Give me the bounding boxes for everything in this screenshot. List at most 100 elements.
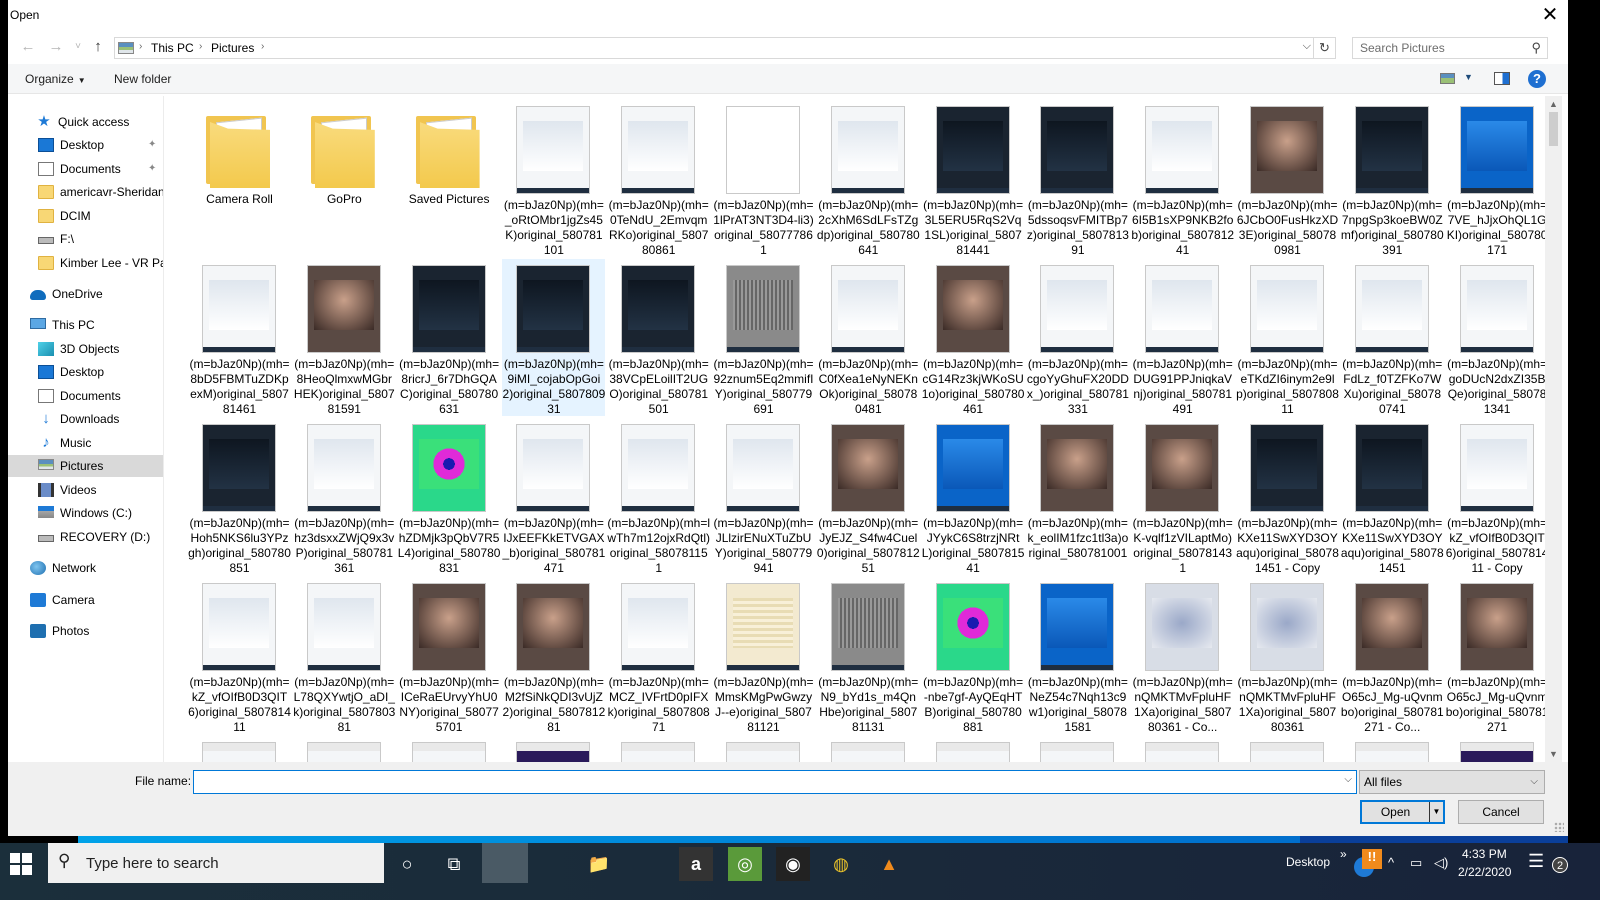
file-item[interactable]: (m=bJaz0Np)(mh=8ricrJ_6r7DhGQAC)original… (398, 259, 501, 416)
file-item[interactable]: (m=bJaz0Np)(mh=O65cJ_Mg-uQvnmbo)original… (1341, 577, 1444, 734)
sidebar-item[interactable]: ↓ Downloads (8, 408, 163, 430)
open-button[interactable]: Open ▼ (1360, 800, 1445, 824)
sidebar-item[interactable]: 3D Objects (8, 338, 163, 360)
file-item[interactable]: (m=bJaz0Np)(mh=KXe11SwXYD3OYaqu)original… (1341, 418, 1444, 575)
file-item[interactable] (1446, 736, 1545, 762)
pin-icon[interactable]: ✦ (148, 134, 156, 156)
file-item[interactable] (398, 736, 501, 762)
scroll-down-icon[interactable]: ▼ (1545, 746, 1562, 762)
file-item[interactable]: (m=bJaz0Np)(mh=kZ_vfOIfB0D3QIT6)original… (1446, 418, 1545, 575)
forward-icon[interactable]: → (46, 37, 66, 57)
file-item[interactable]: (m=bJaz0Np)(mh=-nbe7gf-AyQEqHTB)original… (922, 577, 1025, 734)
taskbar-search-input[interactable] (86, 852, 366, 874)
file-item[interactable] (922, 736, 1025, 762)
file-item[interactable] (502, 736, 605, 762)
file-item[interactable] (1341, 736, 1444, 762)
scrollbar-thumb[interactable] (1549, 112, 1558, 146)
file-item[interactable]: (m=bJaz0Np)(mh=kZ_vfOIfB0D3QIT6)original… (188, 577, 291, 734)
file-item[interactable]: (m=bJaz0Np)(mh=3L5ERU5RqS2Vq1SL)original… (922, 100, 1025, 257)
sidebar-item[interactable]: Camera (8, 589, 163, 611)
search-input[interactable] (1353, 38, 1513, 58)
file-name-dropdown-icon[interactable]: ⌵ (1344, 774, 1352, 785)
sidebar-item[interactable]: ♪ Music (8, 432, 163, 454)
file-item[interactable]: (m=bJaz0Np)(mh=IJxEEFKkETVGAX_b)original… (502, 418, 605, 575)
battery-icon[interactable]: ▭ (1410, 855, 1422, 871)
task-view-icon[interactable]: ⧉ (437, 847, 471, 881)
file-item[interactable]: (m=bJaz0Np)(mh=92znum5Eq2mmifIY)original… (712, 259, 815, 416)
file-item[interactable]: (m=bJaz0Np)(mh=C0fXea1eNyNEKnOk)original… (817, 259, 920, 416)
file-item[interactable]: (m=bJaz0Np)(mh=hz3dsxxZWjQ9x3vP)original… (293, 418, 396, 575)
file-item[interactable] (712, 736, 815, 762)
pin-icon[interactable]: ✦ (148, 158, 156, 180)
file-item[interactable]: (m=bJaz0Np)(mh=6I5B1sXP9NKB2fob)original… (1131, 100, 1234, 257)
refresh-icon[interactable]: ↻ (1313, 38, 1335, 58)
search-icon[interactable]: ⚲ (1531, 40, 1541, 56)
desktop-toolbar-label[interactable]: Desktop (1286, 855, 1330, 869)
file-item[interactable] (293, 736, 396, 762)
file-item[interactable] (1131, 736, 1234, 762)
sidebar-item[interactable]: Network (8, 557, 163, 579)
file-item[interactable]: (m=bJaz0Np)(mh=38VCpELoilIT2UGO)original… (607, 259, 710, 416)
sidebar-item[interactable]: DCIM (8, 205, 163, 227)
preview-pane-icon[interactable] (1494, 72, 1510, 85)
file-item[interactable] (817, 736, 920, 762)
file-item[interactable]: (m=bJaz0Np)(mh=k_eolIM1fzc1tl3a)original… (1026, 418, 1129, 575)
file-item[interactable]: (m=bJaz0Np)(mh=cgoYyGhuFX20DDx_)original… (1026, 259, 1129, 416)
resize-grip[interactable] (1554, 822, 1564, 832)
file-item[interactable]: (m=bJaz0Np)(mh=ICeRaEUrvyYhU0NY)original… (398, 577, 501, 734)
file-item[interactable]: (m=bJaz0Np)(mh=NeZ54c7Nqh13c9w1)original… (1026, 577, 1129, 734)
file-item[interactable] (607, 736, 710, 762)
file-item[interactable]: (m=bJaz0Np)(mh=FdLz_f0TZFKo7WXu)original… (1341, 259, 1444, 416)
new-folder-button[interactable]: New folder (114, 72, 171, 86)
file-name-input[interactable] (194, 771, 1334, 793)
sidebar-item[interactable]: americavr-Sheridan (8, 181, 163, 203)
sidebar-item[interactable]: Videos (8, 479, 163, 501)
volume-icon[interactable]: ◁) (1434, 855, 1448, 871)
sidebar-item[interactable]: Desktop (8, 361, 163, 383)
sidebar-item[interactable]: Pictures (8, 455, 163, 477)
sidebar-item[interactable]: Windows (C:) (8, 502, 163, 524)
breadcrumb-this-pc[interactable]: This PC (151, 41, 194, 55)
file-item[interactable]: (m=bJaz0Np)(mh=Hoh5NKS6lu3YPzgh)original… (188, 418, 291, 575)
file-item[interactable]: (m=bJaz0Np)(mh=8HeoQlmxwMGbrHEK)original… (293, 259, 396, 416)
open-options-dropdown-icon[interactable]: ▼ (1429, 802, 1443, 822)
folder-item[interactable]: Saved Pictures (398, 100, 501, 257)
recent-locations-icon[interactable]: ˅ (68, 37, 88, 57)
sidebar-item[interactable]: Documents (8, 385, 163, 407)
file-item[interactable]: (m=bJaz0Np)(mh=6JCbO0FusHkzXD3E)original… (1236, 100, 1339, 257)
show-hidden-icons-icon[interactable]: ^ (1388, 855, 1394, 870)
sidebar-item[interactable]: OneDrive (8, 283, 163, 305)
sidebar-item[interactable]: ★ Quick access (8, 111, 163, 133)
file-item[interactable]: (m=bJaz0Np)(mh=9iMI_cojabOpGoi2)original… (502, 259, 606, 416)
alert-app-icon[interactable]: !! (1362, 849, 1382, 869)
address-history-dropdown-icon[interactable]: ⌵ (1303, 40, 1311, 53)
cancel-button[interactable]: Cancel (1458, 800, 1544, 824)
file-item[interactable]: (m=bJaz0Np)(mh=7npgSp3koeBW0Zmf)original… (1341, 100, 1444, 257)
file-item[interactable]: (m=bJaz0Np)(mh=JYykC6S8trzjNRtL)original… (922, 418, 1025, 575)
toolbar-overflow-icon[interactable]: » (1340, 847, 1347, 861)
file-item[interactable]: (m=bJaz0Np)(mh=lwTh7m12ojxRdQtl)original… (607, 418, 710, 575)
file-item[interactable]: (m=bJaz0Np)(mh=2cXhM6SdLFsTZgdp)original… (817, 100, 920, 257)
camera-app-icon[interactable]: ◉ (776, 847, 810, 881)
file-item[interactable]: (m=bJaz0Np)(mh=N9_bYd1s_m4QnHbe)original… (817, 577, 920, 734)
file-item[interactable]: (m=bJaz0Np)(mh=K-vqlf1zVILaptMo)original… (1131, 418, 1234, 575)
file-type-filter[interactable]: All files ⌵ (1359, 770, 1545, 794)
sidebar-item[interactable]: RECOVERY (D:) (8, 526, 163, 548)
file-item[interactable]: (m=bJaz0Np)(mh=5dssoqsvFMITBp7z)original… (1026, 100, 1129, 257)
folder-item[interactable]: Camera Roll (188, 100, 291, 257)
close-icon[interactable]: ✕ (1538, 4, 1562, 28)
vlc-icon[interactable]: ▲ (872, 847, 906, 881)
view-options-dropdown-icon[interactable]: ▼ (1464, 72, 1473, 82)
sidebar-item[interactable]: This PC (8, 314, 163, 336)
clock-date[interactable]: 2/22/2020 (1458, 865, 1511, 879)
organize-button[interactable]: Organize ▼ (25, 72, 86, 86)
file-item[interactable]: (m=bJaz0Np)(mh=goDUcN2dxZI35BQe)original… (1446, 259, 1545, 416)
file-item[interactable]: (m=bJaz0Np)(mh=KXe11SwXYD3OYaqu)original… (1236, 418, 1339, 575)
sidebar-item[interactable]: Photos (8, 620, 163, 642)
file-item[interactable]: (m=bJaz0Np)(mh=L78QXYwtjO_aDI_k)original… (293, 577, 396, 734)
file-item[interactable]: (m=bJaz0Np)(mh=M2fSiNkQDI3vUjZ2)original… (502, 577, 605, 734)
cortana-icon[interactable]: ○ (390, 847, 424, 881)
file-item[interactable]: (m=bJaz0Np)(mh=nQMKTMvFpluHF1Xa)original… (1236, 577, 1339, 734)
file-item[interactable]: (m=bJaz0Np)(mh=hZDMjk3pQbV7R5L4)original… (398, 418, 501, 575)
file-item[interactable] (188, 736, 291, 762)
